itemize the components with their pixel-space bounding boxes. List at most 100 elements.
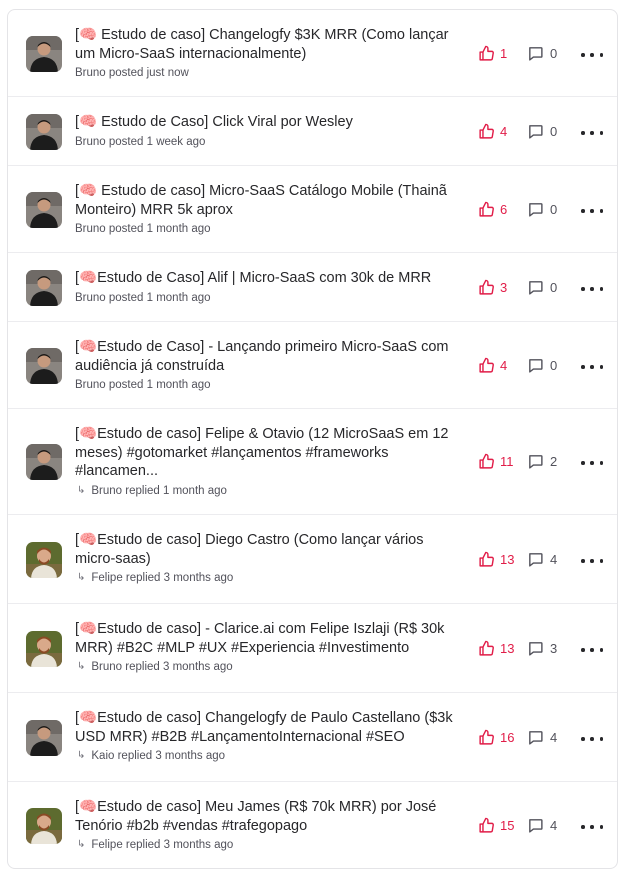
more-horizontal-icon[interactable] xyxy=(581,128,603,138)
comment-button[interactable]: 2 xyxy=(527,453,557,470)
like-button[interactable]: 6 xyxy=(478,201,507,218)
more-horizontal-icon[interactable] xyxy=(581,556,603,566)
post-title[interactable]: [🧠Estudo de caso] Meu James (R$ 70k MRR)… xyxy=(75,798,467,835)
post-content: [🧠Estudo de caso] Felipe & Otavio (12 Mi… xyxy=(75,425,467,498)
post-title[interactable]: [🧠Estudo de Caso] - Lançando primeiro Mi… xyxy=(75,338,467,375)
comment-icon xyxy=(527,279,550,296)
comment-icon xyxy=(527,729,550,746)
comment-button[interactable]: 4 xyxy=(527,817,557,834)
comment-button[interactable]: 0 xyxy=(527,201,557,218)
post-content: [🧠Estudo de caso] Diego Castro (Como lan… xyxy=(75,531,467,585)
reply-arrow-icon: ↳ xyxy=(77,484,86,496)
author-avatar[interactable] xyxy=(26,192,62,228)
more-horizontal-icon[interactable] xyxy=(581,734,603,744)
post-row[interactable]: [🧠Estudo de caso] - Clarice.ai com Felip… xyxy=(8,604,617,693)
reply-arrow-icon: ↳ xyxy=(77,572,86,583)
like-button[interactable]: 4 xyxy=(478,357,507,374)
post-meta-text: Bruno posted just now xyxy=(75,67,189,79)
author-avatar[interactable] xyxy=(26,36,62,72)
post-title[interactable]: [🧠 Estudo de caso] Micro-SaaS Catálogo M… xyxy=(75,182,467,219)
post-meta: Bruno posted just now xyxy=(75,66,467,80)
post-meta-text: Bruno posted 1 week ago xyxy=(75,135,206,148)
comment-button[interactable]: 4 xyxy=(527,729,557,746)
post-title[interactable]: [🧠Estudo de caso] Diego Castro (Como lan… xyxy=(75,531,467,568)
comment-button[interactable]: 0 xyxy=(527,279,557,296)
comment-button[interactable]: 3 xyxy=(527,640,557,657)
comment-button[interactable]: 0 xyxy=(527,45,557,62)
post-row[interactable]: [🧠 Estudo de caso] Changelogfy $3K MRR (… xyxy=(8,10,617,97)
post-title[interactable]: [🧠 Estudo de Caso] Click Viral por Wesle… xyxy=(75,113,467,132)
comment-icon xyxy=(527,453,550,470)
author-avatar[interactable] xyxy=(26,542,62,578)
thumbs-up-icon xyxy=(478,201,500,218)
reply-arrow-icon: ↳ xyxy=(77,661,86,672)
author-avatar[interactable] xyxy=(26,631,62,667)
author-avatar[interactable] xyxy=(26,114,62,150)
more-horizontal-icon[interactable] xyxy=(581,362,603,372)
like-button[interactable]: 13 xyxy=(478,551,514,568)
post-content: [🧠 Estudo de Caso] Click Viral por Wesle… xyxy=(75,113,467,149)
post-meta: Bruno posted 1 month ago xyxy=(75,291,467,305)
comment-count: 0 xyxy=(550,124,558,139)
post-row[interactable]: [🧠Estudo de Caso] Alif | Micro-SaaS com … xyxy=(8,253,617,322)
post-title[interactable]: [🧠Estudo de caso] Changelogfy de Paulo C… xyxy=(75,709,467,746)
post-row[interactable]: [🧠Estudo de caso] Meu James (R$ 70k MRR)… xyxy=(8,782,617,868)
more-horizontal-icon[interactable] xyxy=(581,206,603,216)
like-button[interactable]: 4 xyxy=(478,123,507,140)
post-title[interactable]: [🧠Estudo de Caso] Alif | Micro-SaaS com … xyxy=(75,269,467,288)
post-meta-text: Bruno replied 3 months ago xyxy=(91,661,233,673)
thumbs-up-icon xyxy=(478,357,500,374)
post-row[interactable]: [🧠Estudo de Caso] - Lançando primeiro Mi… xyxy=(8,322,617,409)
like-count: 16 xyxy=(500,730,515,745)
like-button[interactable]: 11 xyxy=(478,453,514,470)
author-avatar[interactable] xyxy=(26,270,62,306)
author-avatar[interactable] xyxy=(26,720,62,756)
author-avatar[interactable] xyxy=(26,808,62,844)
post-title[interactable]: [🧠Estudo de caso] Felipe & Otavio (12 Mi… xyxy=(75,425,467,481)
reply-arrow-icon: ↳ xyxy=(77,839,86,850)
like-count: 6 xyxy=(500,202,508,217)
like-button[interactable]: 16 xyxy=(478,729,514,746)
like-count: 4 xyxy=(500,358,508,373)
like-button[interactable]: 3 xyxy=(478,279,507,296)
more-horizontal-icon[interactable] xyxy=(581,284,603,294)
post-meta: Bruno posted 1 week ago xyxy=(75,135,467,149)
comment-count: 4 xyxy=(550,730,558,745)
post-row[interactable]: [🧠Estudo de caso] Diego Castro (Como lan… xyxy=(8,515,617,604)
more-horizontal-icon[interactable] xyxy=(581,50,603,60)
post-content: [🧠Estudo de Caso] - Lançando primeiro Mi… xyxy=(75,338,467,392)
post-row[interactable]: [🧠 Estudo de caso] Micro-SaaS Catálogo M… xyxy=(8,166,617,253)
like-count: 11 xyxy=(500,454,514,469)
post-row[interactable]: [🧠Estudo de caso] Felipe & Otavio (12 Mi… xyxy=(8,409,617,515)
comment-button[interactable]: 0 xyxy=(527,123,557,140)
like-button[interactable]: 15 xyxy=(478,817,514,834)
like-button[interactable]: 1 xyxy=(478,45,507,62)
author-avatar[interactable] xyxy=(26,444,62,480)
post-title[interactable]: [🧠Estudo de caso] - Clarice.ai com Felip… xyxy=(75,620,467,657)
comment-count: 4 xyxy=(550,552,558,567)
like-count: 4 xyxy=(500,124,508,139)
more-horizontal-icon[interactable] xyxy=(581,458,603,468)
like-count: 3 xyxy=(500,280,508,295)
post-content: [🧠Estudo de caso] Meu James (R$ 70k MRR)… xyxy=(75,798,467,852)
like-count: 13 xyxy=(500,641,515,656)
more-horizontal-icon[interactable] xyxy=(581,822,603,832)
more-horizontal-icon[interactable] xyxy=(581,645,603,655)
comment-count: 0 xyxy=(550,202,558,217)
comment-icon xyxy=(527,201,550,218)
thumbs-up-icon xyxy=(478,279,500,296)
like-count: 13 xyxy=(500,552,515,567)
comment-button[interactable]: 4 xyxy=(527,551,557,568)
post-row[interactable]: [🧠Estudo de caso] Changelogfy de Paulo C… xyxy=(8,693,617,782)
comment-count: 0 xyxy=(550,280,558,295)
post-title[interactable]: [🧠 Estudo de caso] Changelogfy $3K MRR (… xyxy=(75,26,467,63)
post-content: [🧠Estudo de caso] Changelogfy de Paulo C… xyxy=(75,709,467,763)
author-avatar[interactable] xyxy=(26,348,62,384)
post-content: [🧠 Estudo de caso] Micro-SaaS Catálogo M… xyxy=(75,182,467,236)
comment-button[interactable]: 0 xyxy=(527,357,557,374)
post-meta: Bruno posted 1 month ago xyxy=(75,222,467,236)
comment-count: 3 xyxy=(550,641,558,656)
like-button[interactable]: 13 xyxy=(478,640,514,657)
post-row[interactable]: [🧠 Estudo de Caso] Click Viral por Wesle… xyxy=(8,97,617,166)
post-meta-text: Bruno posted 1 month ago xyxy=(75,291,211,304)
